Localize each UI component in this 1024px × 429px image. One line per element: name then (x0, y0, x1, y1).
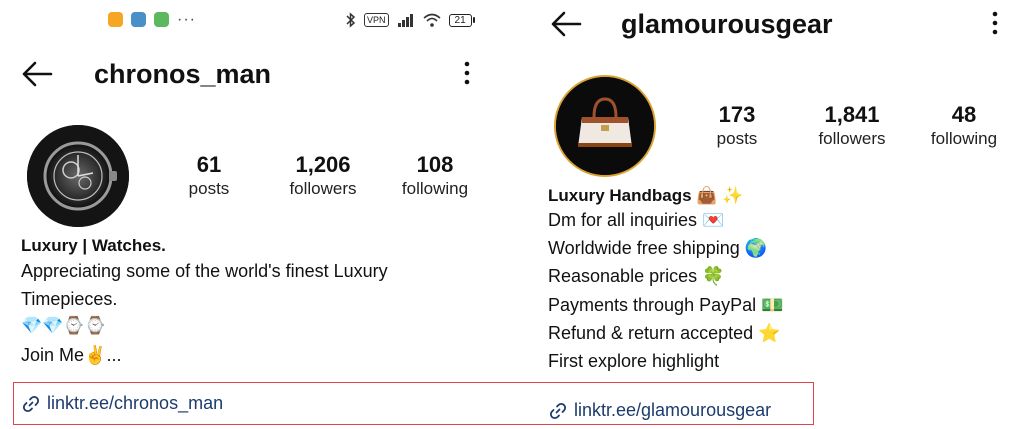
profile-username: glamourousgear (621, 8, 833, 39)
status-left-icons: ··· (108, 11, 196, 28)
bio-name: Luxury Handbags 👜 ✨ (548, 186, 744, 205)
handbag-photo (556, 77, 654, 175)
posts-count: 61 (196, 152, 222, 177)
posts-label: posts (716, 129, 758, 148)
profile-header-left: chronos_man (20, 54, 271, 94)
profile-header-right: glamourousgear (549, 4, 833, 44)
status-bar: ··· VPN 21 (0, 0, 512, 44)
back-arrow-icon[interactable] (549, 10, 583, 38)
profile-avatar[interactable] (554, 75, 656, 177)
wifi-icon (422, 13, 441, 27)
profile-avatar[interactable] (27, 125, 129, 227)
bio-line: Join Me✌️... (21, 345, 122, 365)
stat-followers[interactable]: 1,206 followers (268, 152, 378, 200)
status-right-icons: VPN 21 (346, 12, 475, 28)
link-highlight-box (13, 382, 814, 425)
following-label: following (401, 179, 469, 198)
stat-following[interactable]: 108 following (380, 152, 490, 200)
posts-count: 173 (718, 102, 756, 127)
stat-following[interactable]: 48 following (909, 102, 1019, 150)
wechat-app-icon (154, 12, 169, 27)
signal-icon (397, 14, 413, 27)
telegram-app-icon (131, 12, 146, 27)
bio-line: Dm for all inquiries 💌 (548, 210, 725, 230)
followers-label: followers (289, 179, 357, 198)
following-label: following (930, 129, 998, 148)
bio-line: Appreciating some of the world's finest … (21, 261, 388, 281)
followers-count: 1,206 (295, 152, 351, 177)
bluetooth-icon (346, 12, 356, 28)
bio-name: Luxury | Watches. (21, 236, 166, 255)
battery-icon: 21 (448, 13, 475, 27)
more-notifications-icon: ··· (177, 11, 196, 28)
stat-posts[interactable]: 173 posts (682, 102, 792, 150)
following-count: 48 (951, 102, 977, 127)
back-arrow-icon[interactable] (20, 60, 54, 88)
more-options-icon[interactable] (988, 10, 1002, 36)
bio-line: Worldwide free shipping 🌍 (548, 238, 768, 258)
followers-label: followers (818, 129, 886, 148)
profile-username: chronos_man (94, 58, 272, 89)
bio-line: Reasonable prices 🍀 (548, 266, 725, 286)
more-options-icon[interactable] (460, 60, 474, 86)
posts-label: posts (188, 179, 230, 198)
bio-emoji-line: 💎💎⌚⌚ (21, 316, 106, 335)
watch-photo (27, 125, 129, 227)
vpn-badge: VPN (364, 13, 389, 27)
notes-app-icon (108, 12, 123, 27)
followers-count: 1,841 (824, 102, 880, 127)
stat-posts[interactable]: 61 posts (154, 152, 264, 200)
following-count: 108 (416, 152, 454, 177)
bio-line: First explore highlight (548, 351, 720, 371)
stat-followers[interactable]: 1,841 followers (797, 102, 907, 150)
battery-level: 21 (448, 13, 472, 27)
bio-line: Timepieces. (21, 289, 118, 309)
bio-line: Payments through PayPal 💵 (548, 295, 784, 315)
bio-line: Refund & return accepted ⭐ (548, 323, 781, 343)
